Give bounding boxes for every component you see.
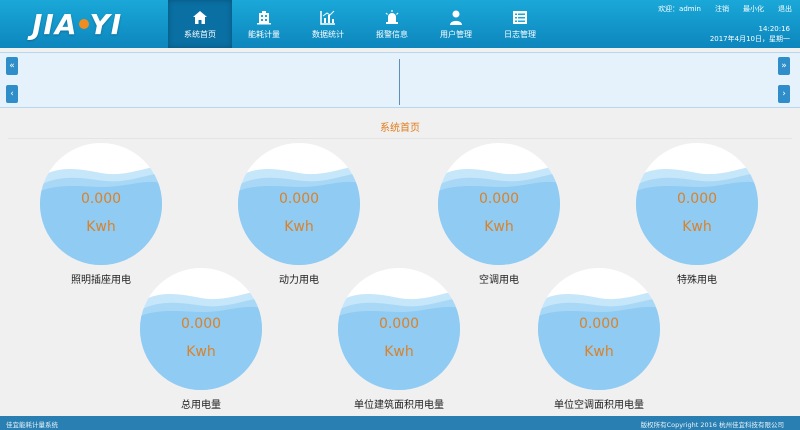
exit-link[interactable]: 退出	[778, 4, 792, 14]
nav-label: 系统首页	[184, 29, 216, 39]
gauge-circle: 0.000 Kwh	[238, 143, 360, 265]
page-title: 系统首页	[380, 123, 420, 134]
energy-gauge: 0.000 Kwh 单位建筑面积用电量	[338, 268, 460, 411]
gauge-unit: Kwh	[284, 219, 314, 235]
gauge-circle: 0.000 Kwh	[140, 268, 262, 390]
strip-divider	[399, 59, 400, 105]
nav-label: 日志管理	[504, 29, 536, 39]
user-bar: 欢迎：admin 注销 最小化 退出	[658, 4, 792, 14]
logout-link[interactable]: 注销	[715, 4, 729, 14]
gauge-circle: 0.000 Kwh	[636, 143, 758, 265]
user-icon	[447, 9, 465, 27]
gauge-label: 单位建筑面积用电量	[354, 400, 444, 411]
scroll-right-button[interactable]: ›	[778, 85, 790, 103]
chevron-right-icon: ›	[782, 89, 786, 99]
double-chevron-right-icon: »	[781, 61, 787, 71]
building-icon	[255, 9, 273, 27]
gauge-value: 0.000	[278, 191, 320, 207]
gauge-unit: Kwh	[384, 344, 414, 360]
clock: 14:20:16 2017年4月10日，星期一	[710, 24, 790, 44]
list-icon	[511, 9, 529, 27]
gauge-unit: Kwh	[584, 344, 614, 360]
gauge-circle: 0.000 Kwh	[438, 143, 560, 265]
gauge-unit: Kwh	[484, 219, 514, 235]
energy-gauge: 0.000 Kwh 单位空调面积用电量	[538, 268, 660, 411]
gauge-unit: Kwh	[186, 344, 216, 360]
energy-gauge: 0.000 Kwh 特殊用电	[636, 143, 758, 286]
gauge-unit: Kwh	[682, 219, 712, 235]
gauge-label: 总用电量	[181, 400, 221, 411]
nav-item-home[interactable]: 系统首页	[168, 0, 232, 48]
nav-item-alarms[interactable]: 报警信息	[360, 0, 424, 48]
title-divider	[8, 138, 792, 139]
footer-system-name: 佳宜能耗计量系统	[6, 421, 58, 429]
welcome-text: 欢迎：admin	[658, 5, 701, 13]
gauge-value: 0.000	[478, 191, 520, 207]
gauge-label: 单位空调面积用电量	[554, 400, 644, 411]
scroll-left-button[interactable]: ‹	[6, 85, 18, 103]
gauge-value: 0.000	[378, 316, 420, 332]
nav-label: 能耗计量	[248, 29, 280, 39]
gauge-value: 0.000	[676, 191, 718, 207]
energy-gauge: 0.000 Kwh 动力用电	[238, 143, 360, 286]
chart-icon	[319, 9, 337, 27]
gauge-value: 0.000	[180, 316, 222, 332]
clock-date: 2017年4月10日，星期一	[709, 35, 790, 43]
nav-item-metering[interactable]: 能耗计量	[232, 0, 296, 48]
footer-copyright: 版权所有Copyright 2016 杭州佳宜科技有限公司	[640, 421, 784, 429]
chevron-left-icon: ‹	[10, 89, 14, 99]
clock-time: 14:20:16	[758, 25, 790, 33]
energy-gauge: 0.000 Kwh 空调用电	[438, 143, 560, 286]
nav-label: 用户管理	[440, 29, 472, 39]
logo-dot	[78, 19, 89, 29]
main-content: 系统首页 0.000 Kwh 照明插座用电 0.000 Kwh 动力用电 0.0…	[2, 112, 798, 414]
scroll-last-right-button[interactable]: »	[778, 57, 790, 75]
gauge-unit: Kwh	[86, 219, 116, 235]
nav-item-users[interactable]: 用户管理	[424, 0, 488, 48]
app-logo: JIA YI	[32, 6, 132, 42]
energy-gauge: 0.000 Kwh 照明插座用电	[40, 143, 162, 286]
app-footer: 佳宜能耗计量系统 版权所有Copyright 2016 杭州佳宜科技有限公司	[0, 416, 800, 430]
gauge-value: 0.000	[578, 316, 620, 332]
logo-text-a: JIA	[32, 7, 78, 41]
nav-label: 数据统计	[312, 29, 344, 39]
scroll-first-left-button[interactable]: «	[6, 57, 18, 75]
scroll-strip: « ‹ » ›	[0, 52, 800, 108]
nav-item-logs[interactable]: 日志管理	[488, 0, 552, 48]
main-nav: 系统首页 能耗计量 数据统计 报警信息 用户管理 日志管理	[168, 0, 552, 48]
gauge-value: 0.000	[80, 191, 122, 207]
gauge-circle: 0.000 Kwh	[338, 268, 460, 390]
nav-item-statistics[interactable]: 数据统计	[296, 0, 360, 48]
logo-text-b: YI	[89, 7, 123, 41]
alarm-icon	[383, 9, 401, 27]
gauge-circle: 0.000 Kwh	[40, 143, 162, 265]
minimize-link[interactable]: 最小化	[743, 4, 764, 14]
app-header: JIA YI 系统首页 能耗计量 数据统计 报警信息 用户管理 日志管理 欢迎：…	[0, 0, 800, 48]
double-chevron-left-icon: «	[9, 61, 15, 71]
energy-gauge: 0.000 Kwh 总用电量	[140, 268, 262, 411]
gauge-circle: 0.000 Kwh	[538, 268, 660, 390]
nav-label: 报警信息	[376, 29, 408, 39]
home-icon	[191, 9, 209, 27]
